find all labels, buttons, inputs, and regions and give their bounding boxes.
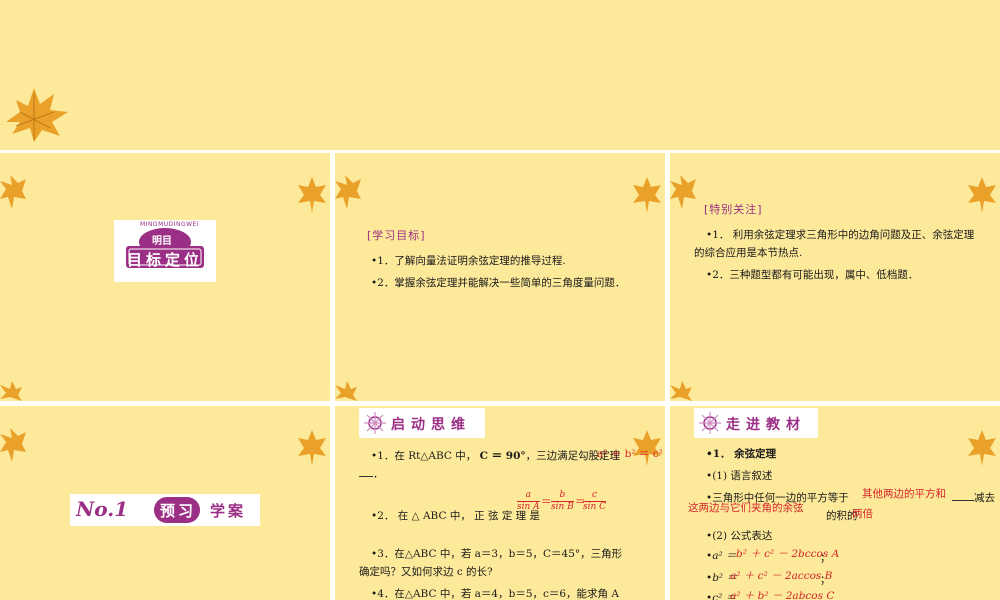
- slide-goal-badge[interactable]: MINGMUDINGWEI 明目 目标定位: [0, 153, 330, 401]
- top-banner-slide: [0, 0, 1000, 150]
- focus-item-line: 的综合应用是本节热点.: [694, 247, 803, 259]
- formula-separator: ；: [820, 552, 831, 564]
- slide-textbook[interactable]: 走进教材 •1． 余弦定理 •(1) 语言叙述 •三角形中任何一边的平方等于 其…: [670, 406, 1000, 600]
- maple-leaf-icon: [0, 82, 72, 144]
- section-header: 启动思维: [359, 408, 485, 438]
- fraction: a sin A: [517, 490, 540, 512]
- maple-leaf-icon: [0, 428, 26, 462]
- equals-sign: ＝: [541, 496, 552, 508]
- slide-preview-title[interactable]: No.1 预习 学案: [0, 406, 330, 600]
- question-3: •3．在△ABC 中，若 a＝3，b＝5，C＝45°，三角形: [371, 548, 623, 560]
- maple-leaf-icon: [298, 430, 326, 466]
- section-tag: [特别关注]: [704, 203, 763, 216]
- maple-leaf-icon: [670, 381, 692, 401]
- maple-leaf-icon: [633, 177, 661, 213]
- formula-lhs: •a² ＝: [706, 550, 737, 562]
- fraction: c sin C: [583, 490, 607, 512]
- preview-title-b: 学案: [210, 502, 247, 520]
- maple-leaf-icon: [968, 430, 996, 466]
- preview-banner: No.1 预习 学案: [70, 494, 260, 526]
- maple-leaf-icon: [298, 177, 326, 213]
- maple-leaf-icon: [335, 175, 361, 209]
- section-header-text: 走进教材: [726, 417, 806, 433]
- section-header: 走进教材: [694, 408, 818, 438]
- question-2: •2． 在 △ ABC 中， 正 弦 定 理 是: [371, 510, 541, 522]
- fraction: b sin B: [551, 490, 574, 512]
- answer-1: a² ＋ b² ＝ c²: [597, 448, 663, 460]
- formula-answer: a² ＋ c² － 2accos B: [730, 570, 833, 582]
- formula-answer: a² ＋ b² － 2abcos C: [730, 590, 835, 600]
- subsection-verbal: •(1) 语言叙述: [706, 470, 773, 482]
- answer-blank: 这两边与它们夹角的余弦: [688, 502, 804, 514]
- badge-arc-text: MINGMUDINGWEI: [140, 221, 200, 228]
- formula-separator: ；: [820, 574, 831, 586]
- maple-leaf-icon: [0, 175, 26, 209]
- maple-leaf-icon: [335, 381, 357, 401]
- slide-special-focus[interactable]: [特别关注] •1． 利用余弦定理求三角形中的边角问题及正、余弦定理 的综合应用…: [670, 153, 1000, 401]
- answer-blank: 其他两边的平方和: [862, 488, 946, 500]
- goal-item: •1．了解向量法证明余弦定理的推导过程.: [371, 255, 566, 267]
- no1-logo: No.1: [76, 497, 129, 521]
- preview-title-a: 预习: [160, 502, 197, 520]
- flower-icon: [364, 412, 386, 434]
- focus-item-line: •1． 利用余弦定理求三角形中的边角问题及正、余弦定理: [706, 229, 975, 241]
- subsection-formula: •(2) 公式表达: [706, 530, 773, 542]
- slide-learning-goals[interactable]: [学习目标] •1．了解向量法证明余弦定理的推导过程. •2．掌握余弦定理并能解…: [335, 153, 665, 401]
- maple-leaf-icon: [0, 381, 22, 401]
- question-1: •1．在 Rt△ABC 中， C ＝ 90°，三边满足勾股定理: [371, 450, 621, 462]
- section-header-text: 启动思维: [391, 417, 471, 433]
- verbal-statement: 减去: [952, 490, 995, 506]
- question-3-line2: 确定吗？又如何求边 c 的长?: [359, 566, 493, 578]
- cosine-law-heading: •1． 余弦定理: [706, 448, 777, 460]
- maple-leaf-icon: [968, 177, 996, 213]
- section-tag: [学习目标]: [367, 229, 426, 242]
- answer-blank: 两倍: [852, 508, 873, 520]
- flower-icon: [699, 412, 721, 434]
- badge-small-title: 明目: [152, 236, 172, 247]
- goal-item: •2．掌握余弦定理并能解决一些简单的三角度量问题．: [371, 277, 626, 289]
- focus-item: •2．三种题型都有可能出现，属中、低档题．: [706, 269, 919, 281]
- question-4: •4．在△ABC 中，若 a＝4，b＝5，c＝6，能求角 A: [371, 588, 619, 600]
- badge-main-title: 目标定位: [126, 251, 203, 269]
- slide-warmup[interactable]: 启动思维 •1．在 Rt△ABC 中， C ＝ 90°，三边满足勾股定理 a² …: [335, 406, 665, 600]
- maple-leaf-icon: [670, 175, 696, 209]
- goal-badge: MINGMUDINGWEI 明目 目标定位: [114, 220, 216, 282]
- question-1-end: ．: [359, 466, 384, 482]
